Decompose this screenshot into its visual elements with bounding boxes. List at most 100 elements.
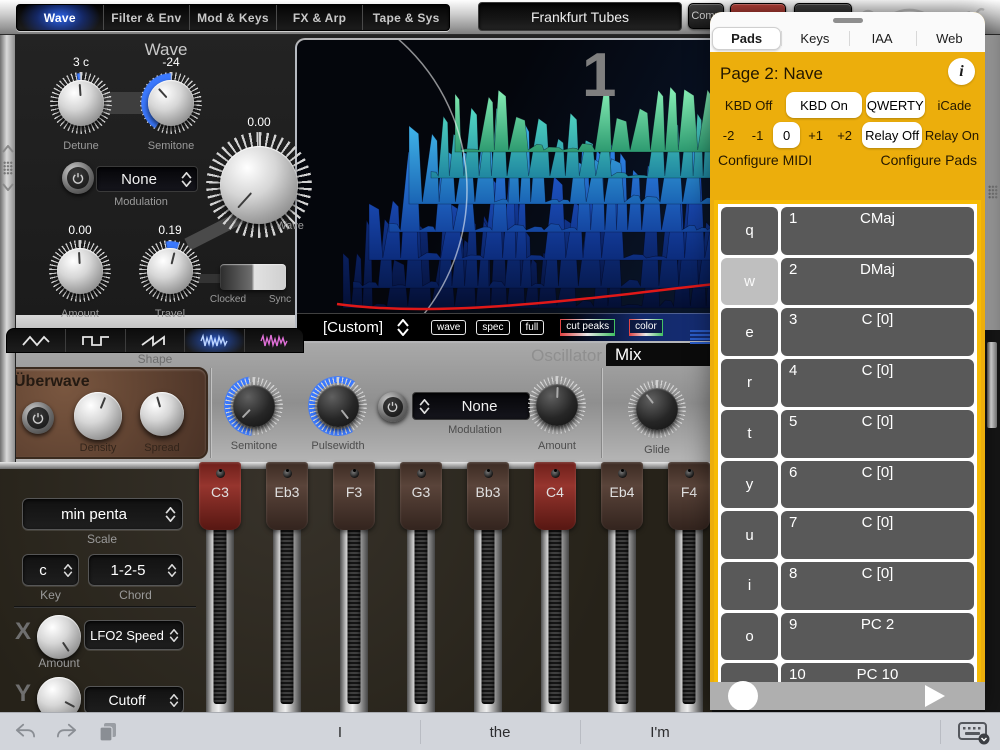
- octave-plus1-button[interactable]: +1: [802, 122, 829, 148]
- slider-rail[interactable]: [474, 500, 502, 712]
- wave-view-button[interactable]: wave: [431, 320, 467, 335]
- suggestion-1[interactable]: I: [300, 713, 380, 750]
- shape-triangle-button[interactable]: [7, 329, 65, 352]
- pad-button[interactable]: 7 C [0]: [781, 511, 974, 559]
- dismiss-keyboard-icon[interactable]: [958, 721, 990, 745]
- right-scroll-strip[interactable]: [985, 35, 1000, 330]
- slider-rail[interactable]: [206, 500, 234, 712]
- overlay-tab-web[interactable]: Web: [915, 27, 983, 50]
- slider-rail[interactable]: [340, 500, 368, 712]
- pad-key-button[interactable]: u: [721, 511, 778, 559]
- pad-key-button[interactable]: r: [721, 359, 778, 407]
- key-slider[interactable]: G3: [399, 462, 443, 712]
- pad-button[interactable]: 2 DMaj: [781, 257, 974, 306]
- shape-colored-noise-button[interactable]: [243, 329, 303, 352]
- osc-pulsewidth-knob[interactable]: Pulsewidth: [307, 375, 369, 452]
- key-slider[interactable]: F4: [667, 462, 711, 712]
- key-slider[interactable]: Eb3: [265, 462, 309, 712]
- wave-modulation-select[interactable]: None: [96, 166, 198, 192]
- paste-icon[interactable]: [98, 721, 118, 743]
- key-slider[interactable]: C4: [533, 462, 577, 712]
- clocked-sync-switch[interactable]: [220, 264, 286, 290]
- preset-chevrons-icon[interactable]: [397, 319, 409, 336]
- cut-peaks-button[interactable]: cut peaks: [560, 319, 616, 336]
- overlay-tab-keys[interactable]: Keys: [781, 27, 848, 50]
- pad-button[interactable]: 1 CMaj: [781, 207, 974, 255]
- octave-minus2-button[interactable]: -2: [715, 122, 742, 148]
- slider-rail[interactable]: [541, 500, 569, 712]
- key-strap[interactable]: Bb3: [467, 462, 509, 530]
- drag-handle[interactable]: [832, 18, 863, 23]
- pad-key-button[interactable]: o: [721, 612, 778, 661]
- osc-modulation-select[interactable]: None: [412, 392, 530, 420]
- key-strap[interactable]: C3: [199, 462, 241, 530]
- tab-fx-arp[interactable]: FX & Arp: [275, 5, 363, 30]
- slider-rail[interactable]: [608, 500, 636, 712]
- preset-name-display[interactable]: Frankfurt Tubes: [478, 2, 682, 31]
- full-view-button[interactable]: full: [519, 320, 545, 335]
- relay-on-button[interactable]: Relay On: [924, 122, 980, 148]
- record-button[interactable]: [728, 681, 758, 710]
- key-strap[interactable]: Eb4: [601, 462, 643, 530]
- slider-rail[interactable]: [407, 500, 435, 712]
- chevron-up-icon[interactable]: [2, 145, 14, 153]
- key-strap[interactable]: Eb3: [266, 462, 308, 530]
- info-icon[interactable]: i: [948, 58, 975, 85]
- key-slider[interactable]: Bb3: [466, 462, 510, 712]
- y-target-select[interactable]: Cutoff: [84, 686, 184, 714]
- left-scroll-strip[interactable]: [0, 35, 16, 462]
- suggestion-2[interactable]: the: [460, 713, 540, 750]
- overlay-tab-pads[interactable]: Pads: [712, 27, 782, 50]
- scale-select[interactable]: min penta: [22, 498, 183, 530]
- pad-button[interactable]: 9 PC 2: [781, 612, 974, 661]
- tab-mod-keys[interactable]: Mod & Keys: [189, 5, 276, 30]
- osc-modulation-power-button[interactable]: [378, 392, 408, 422]
- kbd-on-button[interactable]: KBD On: [786, 92, 862, 118]
- octave-minus1-button[interactable]: -1: [744, 122, 771, 148]
- key-slider[interactable]: C3: [198, 462, 242, 712]
- pad-key-button[interactable]: q: [721, 207, 778, 255]
- chord-select[interactable]: 1-2-5: [88, 554, 183, 586]
- tab-tape-sys[interactable]: Tape & Sys: [362, 5, 449, 30]
- glide-knob[interactable]: Glide: [628, 380, 686, 456]
- tab-filter-env[interactable]: Filter & Env: [102, 5, 190, 30]
- key-strap[interactable]: C4: [534, 462, 576, 530]
- key-slider[interactable]: Eb4: [600, 462, 644, 712]
- redo-icon[interactable]: [56, 722, 78, 742]
- octave-plus2-button[interactable]: +2: [831, 122, 858, 148]
- icade-button[interactable]: iCade: [929, 92, 980, 118]
- wavetable-preset-select[interactable]: [Custom]: [323, 319, 383, 336]
- undo-icon[interactable]: [14, 722, 36, 742]
- spec-view-button[interactable]: spec: [476, 320, 510, 335]
- configure-midi-link[interactable]: Configure MIDI: [718, 152, 812, 168]
- key-strap[interactable]: F4: [668, 462, 710, 530]
- pad-key-button[interactable]: y: [721, 460, 778, 509]
- edge-fader[interactable]: [987, 342, 997, 428]
- color-button[interactable]: color: [629, 319, 663, 336]
- configure-pads-link[interactable]: Configure Pads: [880, 152, 977, 168]
- pad-key-button[interactable]: e: [721, 308, 778, 357]
- travel-knob[interactable]: 0.19 Travel: [139, 223, 201, 320]
- osc-semitone-knob[interactable]: Semitone: [223, 375, 285, 452]
- key-slider[interactable]: F3: [332, 462, 376, 712]
- key-strap[interactable]: F3: [333, 462, 375, 530]
- overlay-tab-iaa[interactable]: IAA: [848, 27, 916, 50]
- pad-button[interactable]: 8 C [0]: [781, 561, 974, 610]
- osc-amount-knob[interactable]: Amount: [528, 376, 586, 452]
- pad-key-button[interactable]: w: [721, 257, 778, 306]
- uberwave-power-button[interactable]: [22, 402, 54, 434]
- pad-key-button[interactable]: t: [721, 409, 778, 458]
- tab-wave[interactable]: Wave: [17, 5, 103, 30]
- slider-rail[interactable]: [273, 500, 301, 712]
- play-button[interactable]: [925, 685, 945, 707]
- pad-button[interactable]: 6 C [0]: [781, 460, 974, 509]
- key-strap[interactable]: G3: [400, 462, 442, 530]
- suggestion-3[interactable]: I'm: [620, 713, 700, 750]
- key-select[interactable]: c: [22, 554, 79, 586]
- shape-square-button[interactable]: [65, 329, 124, 352]
- pad-button[interactable]: 3 C [0]: [781, 308, 974, 357]
- shape-saw-button[interactable]: [124, 329, 184, 352]
- detune-knob[interactable]: 3 c Detune: [50, 55, 112, 152]
- slider-rail[interactable]: [675, 500, 703, 712]
- qwerty-button[interactable]: QWERTY: [865, 92, 925, 118]
